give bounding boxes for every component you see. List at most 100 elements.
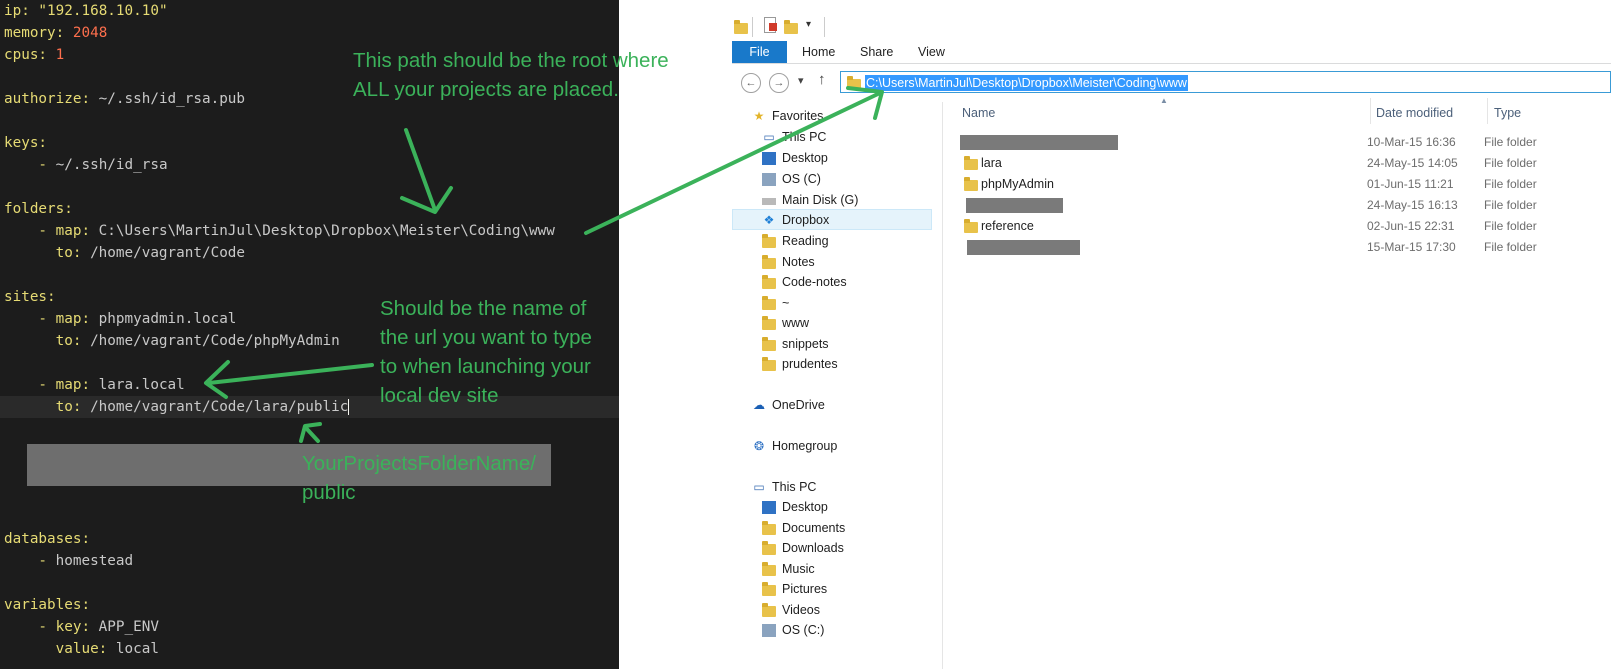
- file-row[interactable]: 15-Mar-15 17:30 File folder: [957, 237, 1611, 258]
- folder-icon: [762, 357, 776, 371]
- file-type: File folder: [1484, 219, 1537, 233]
- code-line-site1-to: to: /home/vagrant/Code/phpMyAdmin: [4, 330, 340, 352]
- yaml-key: ip:: [4, 3, 30, 19]
- file-row[interactable]: phpMyAdmin 01-Jun-15 11:21 File folder: [957, 174, 1611, 195]
- new-folder-icon[interactable]: [784, 19, 798, 35]
- tab-home[interactable]: Home: [802, 41, 835, 63]
- yaml-value: lara.local: [90, 377, 185, 393]
- cloud-icon: ☁: [753, 398, 765, 412]
- desktop-icon: [762, 152, 776, 165]
- file-date: 15-Mar-15 17:30: [1367, 240, 1456, 254]
- annotation-text-line: public: [302, 481, 356, 504]
- code-line-memory: memory: 2048: [4, 22, 107, 44]
- yaml-value: /home/vagrant/Code/lara/public: [81, 399, 349, 415]
- file-date: 01-Jun-15 11:21: [1367, 177, 1454, 191]
- file-row[interactable]: reference 02-Jun-15 22:31 File folder: [957, 216, 1611, 237]
- homegroup-icon: ❂: [753, 439, 765, 453]
- code-line-folders: folders:: [4, 198, 73, 220]
- folder-icon: [762, 275, 776, 289]
- yaml-value: "192.168.10.10": [29, 3, 168, 19]
- tab-file[interactable]: File: [732, 41, 787, 63]
- text-caret: [348, 399, 350, 415]
- drive-icon: [762, 624, 776, 637]
- code-line-ip: ip: "192.168.10.10": [4, 0, 168, 22]
- forward-arrow-icon[interactable]: →: [769, 73, 789, 93]
- code-line-sites: sites:: [4, 286, 56, 308]
- folder-icon: [762, 296, 776, 310]
- yaml-key: keys:: [4, 135, 48, 151]
- folder-icon: [762, 255, 776, 269]
- file-type: File folder: [1484, 177, 1537, 191]
- tab-view[interactable]: View: [918, 41, 945, 63]
- address-bar[interactable]: C:\Users\MartinJul\Desktop\Dropbox\Meist…: [840, 71, 1611, 93]
- yaml-value: phpmyadmin.local: [90, 311, 237, 327]
- shared-folder-icon: [964, 156, 978, 170]
- column-divider[interactable]: [1487, 98, 1488, 124]
- yaml-key: databases:: [4, 531, 91, 547]
- yaml-key: to:: [4, 333, 82, 349]
- file-date: 02-Jun-15 22:31: [1367, 219, 1455, 233]
- annotation-text-line: to when launching your: [380, 355, 591, 378]
- annotation-text-line: local dev site: [380, 384, 499, 407]
- yaml-dash: -: [4, 157, 56, 173]
- sort-ascending-icon: ▲: [1160, 96, 1168, 105]
- folder-icon: [762, 337, 776, 351]
- annotation-text-line: YourProjectsFolderName/: [302, 452, 536, 475]
- yaml-value: /home/vagrant/Code/phpMyAdmin: [81, 333, 340, 349]
- code-line-variables: variables:: [4, 594, 90, 616]
- file-date: 10-Mar-15 16:36: [1367, 135, 1456, 149]
- code-line-keys: keys:: [4, 132, 47, 154]
- column-divider[interactable]: [1370, 98, 1371, 124]
- tab-share[interactable]: Share: [860, 41, 893, 63]
- back-arrow-icon[interactable]: ←: [741, 73, 761, 93]
- annotation-root-path: This path should be the root where ALL y…: [353, 46, 669, 104]
- file-row[interactable]: lara 24-May-15 14:05 File folder: [957, 153, 1611, 174]
- file-row[interactable]: 24-May-15 16:13 File folder: [957, 195, 1611, 216]
- computer-icon: ▭: [763, 130, 775, 144]
- yaml-key: sites:: [4, 289, 56, 305]
- yaml-key: to:: [4, 245, 82, 261]
- yaml-value: ~/.ssh/id_rsa.pub: [90, 91, 246, 107]
- music-folder-icon: [762, 562, 776, 576]
- address-path-text[interactable]: C:\Users\MartinJul\Desktop\Dropbox\Meist…: [865, 75, 1188, 91]
- redacted-name: [967, 240, 1080, 255]
- yaml-key: memory:: [4, 25, 65, 41]
- code-line-folder-map: - map: C:\Users\MartinJul\Desktop\Dropbo…: [4, 220, 555, 242]
- up-arrow-icon[interactable]: ↑: [818, 71, 826, 88]
- downloads-folder-icon: [762, 541, 776, 555]
- redacted-name: [966, 198, 1063, 213]
- column-header-name[interactable]: Name: [962, 102, 995, 124]
- code-line-db-item: - homestead: [4, 550, 133, 572]
- star-icon: ★: [753, 109, 765, 123]
- yaml-key: - map:: [4, 377, 91, 393]
- code-line-folder-to: to: /home/vagrant/Code: [4, 242, 245, 264]
- folder-icon: [762, 316, 776, 330]
- file-explorer-window: ▾ File Home Share View ← → ▾ ↑ C:\Users\…: [732, 0, 1611, 669]
- code-line-cpus: cpus: 1: [4, 44, 64, 66]
- divider: [752, 17, 753, 37]
- properties-icon[interactable]: [764, 17, 777, 33]
- code-line-site2-to: to: /home/vagrant/Code/lara/public: [4, 396, 350, 418]
- yaml-value: ~/.ssh/id_rsa: [55, 157, 168, 173]
- yaml-key: authorize:: [4, 91, 91, 107]
- file-name: reference: [981, 219, 1034, 233]
- recent-locations-chevron-icon[interactable]: ▾: [798, 74, 804, 87]
- annotation-text-line: the url you want to type: [380, 326, 592, 349]
- pictures-folder-icon: [762, 582, 776, 596]
- column-header-date[interactable]: Date modified: [1376, 102, 1453, 124]
- redacted-name: [960, 135, 1118, 150]
- column-header-type[interactable]: Type: [1494, 102, 1521, 124]
- file-type: File folder: [1484, 135, 1537, 149]
- file-name: phpMyAdmin: [981, 177, 1054, 191]
- customize-chevron-icon[interactable]: ▾: [806, 19, 811, 30]
- annotation-text-line: Should be the name of: [380, 297, 587, 320]
- shared-folder-icon: [964, 219, 978, 233]
- yaml-value: C:\Users\MartinJul\Desktop\Dropbox\Meist…: [90, 223, 555, 239]
- drive-icon: [762, 198, 776, 205]
- yaml-dash: -: [4, 553, 56, 569]
- yaml-value: local: [107, 641, 159, 657]
- navigation-pane: ★ Favorites ▭ This PC Desktop OS (C) Main …: [732, 102, 943, 669]
- yaml-key: variables:: [4, 597, 91, 613]
- yaml-key: cpus:: [4, 47, 48, 63]
- file-row[interactable]: 10-Mar-15 16:36 File folder: [957, 132, 1611, 153]
